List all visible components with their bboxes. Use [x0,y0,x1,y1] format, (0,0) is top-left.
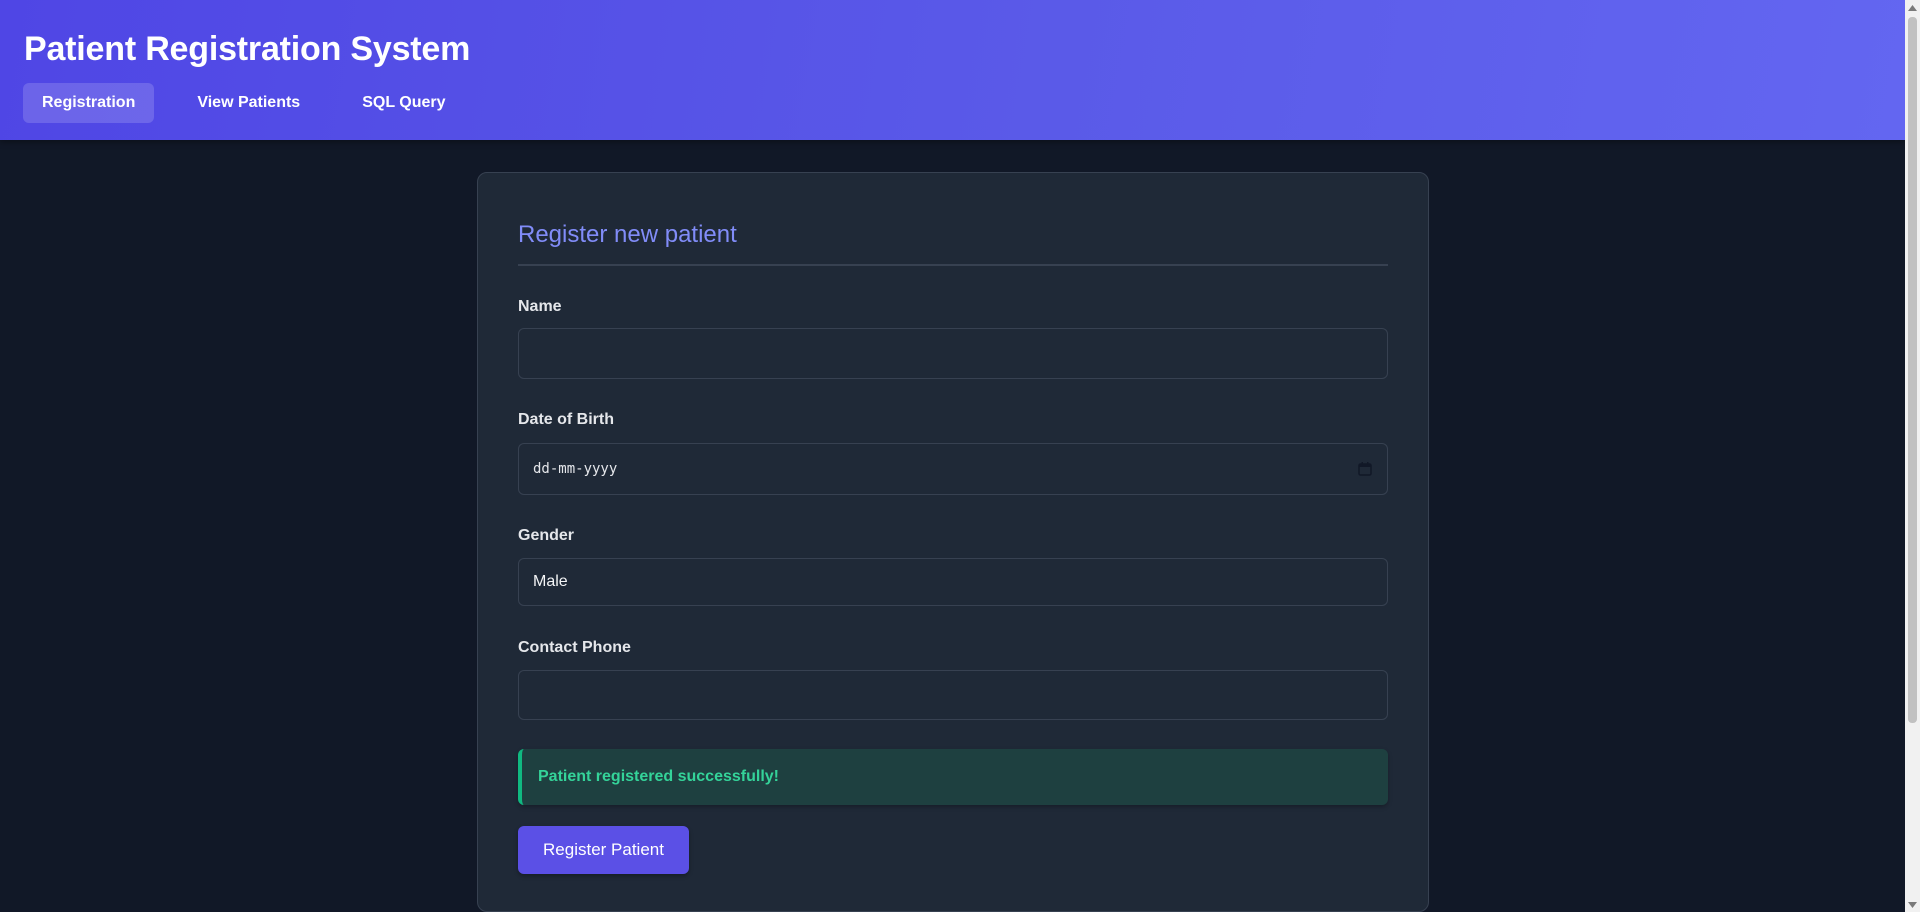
name-label: Name [518,298,562,315]
tab-bar: Registration View Patients SQL Query [23,83,489,123]
dob-input[interactable]: dd-mm-yyyy [518,443,1388,495]
gender-selected-value: Male [533,573,568,590]
gender-label: Gender [518,527,575,544]
register-patient-button[interactable]: Register Patient [518,826,689,874]
registration-card: Register new patient Name Date of Birth … [477,172,1429,912]
app-header: Patient Registration System Registration… [0,0,1905,140]
calendar-icon[interactable] [1357,461,1373,477]
tab-registration[interactable]: Registration [23,83,155,123]
page-scrollbar[interactable] [1905,0,1920,912]
gender-select[interactable]: Male [518,558,1388,606]
app-title: Patient Registration System [24,30,471,68]
tab-sql-query[interactable]: SQL Query [343,83,464,123]
scroll-down-arrow-icon[interactable] [1905,897,1920,912]
name-input[interactable] [518,328,1388,379]
form-title: Register new patient [518,221,737,248]
scrollbar-thumb[interactable] [1908,17,1917,723]
phone-input[interactable] [518,670,1388,720]
success-alert: Patient registered successfully! [518,749,1388,805]
scroll-up-arrow-icon[interactable] [1905,0,1920,15]
tab-view-patients[interactable]: View Patients [178,83,319,123]
success-message: Patient registered successfully! [538,768,779,785]
app-window: Patient Registration System Registration… [0,0,1905,912]
title-divider [518,264,1388,266]
dob-label: Date of Birth [518,411,614,428]
dob-placeholder: dd-mm-yyyy [533,461,618,477]
phone-label: Contact Phone [518,639,631,656]
